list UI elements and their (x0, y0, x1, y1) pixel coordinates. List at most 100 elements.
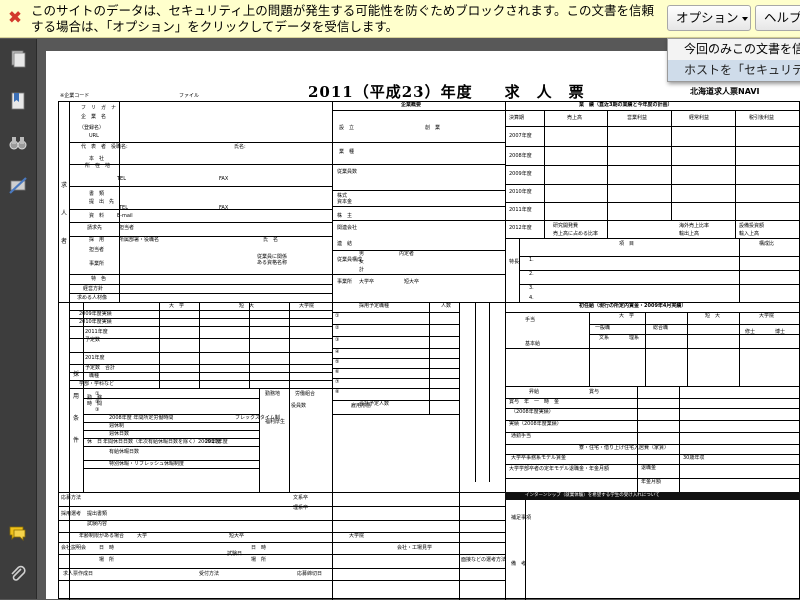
cond-shift-2: ② (95, 399, 100, 405)
menu-item-trust-host[interactable]: ホストを「セキュリテ (668, 60, 800, 81)
salary-2008-performance: 実績（2008年度業績） (509, 421, 562, 427)
security-warning-message: このサイトのデータは、セキュリティ上の問題が発生する可能性を防ぐためブロックされ… (31, 3, 655, 34)
field-documents: 書 類 (89, 191, 105, 197)
bottom-place-2: 場 所 (251, 557, 267, 563)
recruit-row-total: 予定数 合計 (85, 365, 116, 371)
field-fax-2: FAX (219, 205, 229, 211)
salary-science: 理系 (629, 335, 640, 341)
field-features: 特 色 (91, 276, 107, 282)
recruit-row-2011: 2011年度 (85, 329, 108, 335)
cond-annual-holidays: 年間休日日数（年次有給休暇日数を除く）2009年度 (103, 439, 221, 445)
cond-weekly-days: 週休日数 (109, 431, 130, 437)
section-label-kyujinsha: 求 人 者 (61, 182, 68, 245)
cond-union: 労働組合 (295, 391, 316, 397)
signatures-icon[interactable] (8, 175, 28, 195)
feature-3: 3. (529, 285, 534, 291)
overview-established: 設 立 (339, 125, 355, 131)
recruit-univ: 大 学 (169, 303, 185, 309)
file-label: ファイル (179, 93, 200, 99)
bottom-place-1: 場 所 (99, 557, 115, 563)
bottom-created-date: 求人票作成日 (63, 571, 94, 577)
bottom-exam-date: 試験日 (227, 551, 243, 557)
close-warning-icon[interactable]: ✖ (6, 9, 24, 27)
job-row-2: ② (335, 325, 340, 331)
search-binoculars-icon[interactable] (8, 133, 28, 153)
salary-model: 大学卒事務系モデル賃金 (511, 455, 567, 461)
salary-grad: 大学院 (759, 313, 775, 319)
help-button[interactable]: ヘルプ (755, 5, 800, 31)
perf-year-2010: 2010年度 (509, 189, 532, 195)
cond-special-leave: 特別休暇・リフレッシュ休暇制度 (109, 461, 185, 467)
field-tel-2: TEL (119, 205, 128, 211)
bottom-tour: 会社・工場見学 (397, 545, 433, 551)
cond-officers: 役員数 (291, 403, 307, 409)
company-code-label: ※企業コード (60, 93, 90, 99)
cond-welfare: 福利厚生 (265, 419, 286, 425)
overview-offices: 事業所 (337, 279, 353, 285)
field-url: URL (89, 133, 99, 139)
perf-rnd: 研究開発費 (553, 223, 579, 229)
navigation-sidebar (0, 39, 37, 599)
bottom-seminar: 会社説明会 (61, 545, 87, 551)
field-dept: 所属部署・役職名 (119, 237, 160, 243)
field-address: 所 在 地 (85, 163, 111, 169)
bottom-reception: 受付方法 (199, 571, 220, 577)
form-grid: 求 人 者 採 用 条 件 フ リ ガ ナ 企 業 名 （登録名） URL 代 … (58, 101, 800, 600)
job-row-4: ④ (335, 349, 340, 355)
features-label: 特長 (509, 259, 520, 265)
bottom-apply-method: 応募方法 (61, 495, 82, 501)
performance-header: 業 績（直近3期の業績と今年度の計画） (579, 102, 673, 108)
salary-bonus: 賞与 (589, 389, 600, 395)
cond-weekly-holiday: 週休制 (109, 423, 125, 429)
cond-2010: 2010年度 (205, 439, 228, 445)
job-offer-form: ※企業コード ファイル 2011（平成23）年度 求 人 票 北海道求人票NAV… (58, 85, 800, 600)
bookmarks-icon[interactable] (8, 91, 28, 111)
overview-total: 計 (359, 267, 365, 273)
overview-junior: 短大卒 (404, 279, 420, 285)
salary-header: 初任給（現行の所定内賃金・2009年4月実績） (579, 303, 687, 309)
field-request-to: 請求先 (87, 225, 103, 231)
salary-humanities: 文系 (599, 335, 610, 341)
menu-item-trust-once[interactable]: 今回のみこの文書を信 (668, 39, 800, 60)
overview-employees: 従業員数 (337, 169, 358, 175)
recruit-row-2009: 2009年度実績 (79, 311, 112, 317)
field-contact-person: 担当者 (119, 225, 135, 231)
pages-icon[interactable] (8, 49, 28, 69)
field-furigana: フ リ ガ ナ (81, 105, 117, 111)
perf-year-2009: 2009年度 (509, 171, 532, 177)
recruit-row-2010: 2010年度実績 (79, 319, 112, 325)
salary-commute: 通勤手当 (511, 433, 532, 439)
bottom-grad: 大学院 (349, 533, 365, 539)
bottom-interview: 面接などの選考方法 (461, 557, 507, 563)
cond-holiday: 休 日 (87, 439, 103, 445)
perf-capex: 設備投資額 (739, 223, 765, 229)
features-ratio-header: 構成比 (759, 241, 775, 247)
bottom-supplement: 補足事項 (511, 515, 532, 521)
field-office: 事業所 (89, 261, 105, 267)
cond-sciences: 理系卒 (293, 505, 309, 511)
perf-year-2008: 2008年度 (509, 153, 532, 159)
bottom-selection: 採用選考 (61, 511, 82, 517)
perf-overseas: 海外売上比率 (679, 223, 710, 229)
field-qualifications: 従業員に関係ある資格名称 (257, 254, 288, 266)
job-row-8: ⑧ (335, 389, 340, 395)
field-rep-name: 氏名: (234, 144, 246, 150)
job-row-7: ⑦ (335, 379, 340, 385)
options-menu: 今回のみこの文書を信 ホストを「セキュリテ (667, 38, 800, 82)
recruit-grad: 大学院 (299, 303, 315, 309)
features-item-header: 項 目 (619, 241, 635, 247)
salary-career: 総合職 (653, 325, 669, 331)
field-name: 氏 名 (263, 237, 279, 243)
perf-year-2012: 2012年度 (509, 225, 532, 231)
chevron-down-icon (741, 16, 748, 21)
field-company-name: 企 業 名 (81, 114, 107, 120)
options-button-label: オプション (676, 10, 739, 25)
comments-icon[interactable] (8, 523, 28, 543)
salary-2008-actual: （2008年度実績） (511, 409, 554, 415)
security-warning-bar: ✖ このサイトのデータは、セキュリティ上の問題が発生する可能性を防ぐためブロック… (0, 0, 800, 38)
feature-4: 4. (529, 295, 534, 301)
options-button[interactable]: オプション (667, 5, 751, 31)
bottom-datetime-1: 日 時 (99, 545, 115, 551)
overview-header: 企業概要 (401, 102, 422, 108)
attachments-icon[interactable] (8, 564, 28, 584)
